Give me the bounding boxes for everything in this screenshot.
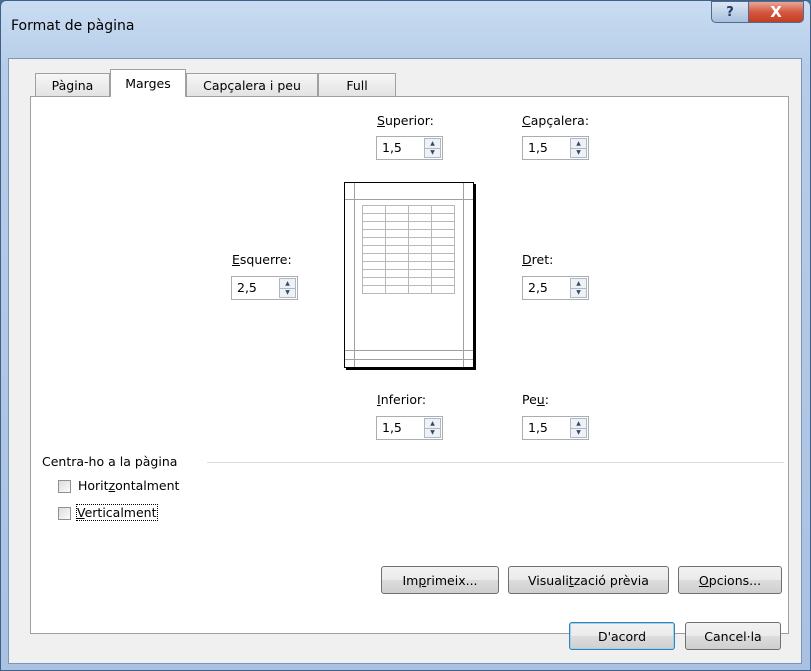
spin-down-icon[interactable]: ▼ bbox=[425, 428, 440, 437]
page-preview-image bbox=[344, 182, 474, 368]
header-margin-spinner[interactable]: 1,5 ▲ ▼ bbox=[522, 136, 589, 160]
group-divider bbox=[207, 462, 784, 463]
ok-button[interactable]: D'acord bbox=[569, 622, 675, 650]
bottom-margin-value[interactable]: 1,5 bbox=[382, 420, 402, 435]
spin-down-icon[interactable]: ▼ bbox=[571, 148, 586, 157]
footer-margin-spinner[interactable]: 1,5 ▲ ▼ bbox=[522, 416, 589, 440]
header-margin-label: Capçalera: bbox=[522, 113, 590, 128]
print-preview-button[interactable]: Visuali t zació prèvia bbox=[508, 566, 669, 594]
help-button[interactable]: ? bbox=[711, 1, 749, 23]
footer-margin-arrows[interactable]: ▲ ▼ bbox=[570, 418, 587, 438]
left-margin-label: Esquerre: bbox=[232, 252, 292, 267]
bottom-margin-arrows[interactable]: ▲ ▼ bbox=[424, 418, 441, 438]
left-margin-arrows[interactable]: ▲ ▼ bbox=[279, 278, 296, 298]
tab-marges[interactable]: Marges bbox=[110, 69, 186, 97]
footer-margin-label: Peu: bbox=[522, 392, 549, 407]
print-button[interactable]: Im p rimeix... bbox=[381, 566, 499, 594]
top-margin-value[interactable]: 1,5 bbox=[382, 140, 402, 155]
title-bar[interactable]: Format de pàgina ? X bbox=[1, 1, 810, 59]
right-margin-label: Dret: bbox=[522, 252, 554, 267]
top-margin-spinner[interactable]: 1,5 ▲ ▼ bbox=[376, 136, 443, 160]
cancel-button[interactable]: Cancel·la bbox=[685, 622, 781, 650]
center-group-label: Centra-ho a la pàgina bbox=[42, 454, 178, 469]
top-margin-label: Superior: bbox=[377, 113, 434, 128]
vertically-label[interactable]: Verticalment bbox=[76, 504, 158, 521]
spin-down-icon[interactable]: ▼ bbox=[571, 428, 586, 437]
options-button[interactable]: Opcions... bbox=[678, 566, 782, 594]
bottom-margin-label: Inferior: bbox=[377, 392, 427, 407]
bottom-margin-spinner[interactable]: 1,5 ▲ ▼ bbox=[376, 416, 443, 440]
right-margin-value[interactable]: 2,5 bbox=[528, 280, 548, 295]
close-icon: X bbox=[770, 3, 782, 21]
vertically-checkbox[interactable] bbox=[58, 507, 71, 520]
header-margin-arrows[interactable]: ▲ ▼ bbox=[570, 138, 587, 158]
left-margin-value[interactable]: 2,5 bbox=[237, 280, 257, 295]
page-preview-icon bbox=[345, 183, 473, 367]
spin-down-icon[interactable]: ▼ bbox=[280, 288, 295, 297]
spin-down-icon[interactable]: ▼ bbox=[571, 288, 586, 297]
spin-down-icon[interactable]: ▼ bbox=[425, 148, 440, 157]
horizontally-checkbox[interactable] bbox=[58, 480, 71, 493]
left-margin-spinner[interactable]: 2,5 ▲ ▼ bbox=[231, 276, 298, 300]
tab-pagina[interactable]: Pàgina bbox=[35, 73, 110, 96]
tab-full[interactable]: Full bbox=[318, 73, 396, 96]
right-margin-arrows[interactable]: ▲ ▼ bbox=[570, 278, 587, 298]
right-margin-spinner[interactable]: 2,5 ▲ ▼ bbox=[522, 276, 589, 300]
horizontally-label[interactable]: Horitzontalment bbox=[78, 478, 179, 493]
top-margin-arrows[interactable]: ▲ ▼ bbox=[424, 138, 441, 158]
footer-margin-value[interactable]: 1,5 bbox=[528, 420, 548, 435]
window-title: Format de pàgina bbox=[11, 18, 135, 34]
header-margin-value[interactable]: 1,5 bbox=[528, 140, 548, 155]
close-button[interactable]: X bbox=[748, 1, 804, 23]
tab-capcalera-i-peu[interactable]: Capçalera i peu bbox=[186, 73, 318, 96]
